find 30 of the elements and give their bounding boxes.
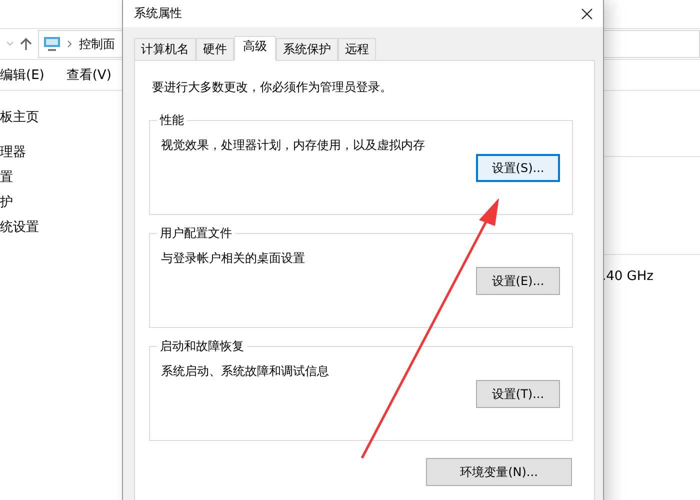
- address-text: 控制面: [79, 36, 115, 52]
- sidebar-link[interactable]: 置: [0, 165, 120, 190]
- processor-speed: .40 GHz: [602, 269, 654, 284]
- settings-button[interactable]: 设置(S)...: [476, 154, 560, 182]
- close-button[interactable]: [579, 6, 595, 22]
- group-description: 视觉效果，处理器计划，内存使用，以及虚拟内存: [161, 137, 426, 154]
- menu-item[interactable]: 编辑(E): [0, 66, 44, 84]
- settings-button[interactable]: 设置(T)...: [476, 380, 560, 408]
- menu-item[interactable]: 查看(V): [66, 66, 112, 84]
- tab[interactable]: 计算机名: [134, 38, 196, 60]
- sidebar-link[interactable]: 统设置: [0, 215, 120, 240]
- tab[interactable]: 远程: [338, 38, 376, 60]
- tab[interactable]: 系统保护: [276, 38, 338, 60]
- settings-button[interactable]: 设置(E)...: [476, 267, 560, 295]
- sidebar-link[interactable]: 护: [0, 190, 120, 215]
- monitor-icon: [43, 36, 61, 52]
- admin-notice: 要进行大多数更改，你必须作为管理员登录。: [152, 79, 393, 96]
- group-title: 启动和故障恢复: [159, 338, 245, 355]
- group-description: 与登录帐户相关的桌面设置: [161, 250, 306, 267]
- tab[interactable]: 硬件: [196, 38, 234, 60]
- sidebar-link[interactable]: 理器: [0, 140, 120, 165]
- up-arrow-icon[interactable]: [20, 37, 32, 51]
- environment-variables-button[interactable]: 环境变量(N)...: [426, 458, 572, 486]
- group-title: 用户配置文件: [159, 225, 233, 242]
- group-description: 系统启动、系统故障和调试信息: [161, 363, 330, 380]
- sidebar-link[interactable]: 板主页: [0, 105, 120, 130]
- window-title: 系统属性: [134, 5, 182, 22]
- tab[interactable]: 高级: [234, 36, 276, 61]
- group-title: 性能: [158, 112, 185, 129]
- chevron-right-icon: [67, 40, 73, 48]
